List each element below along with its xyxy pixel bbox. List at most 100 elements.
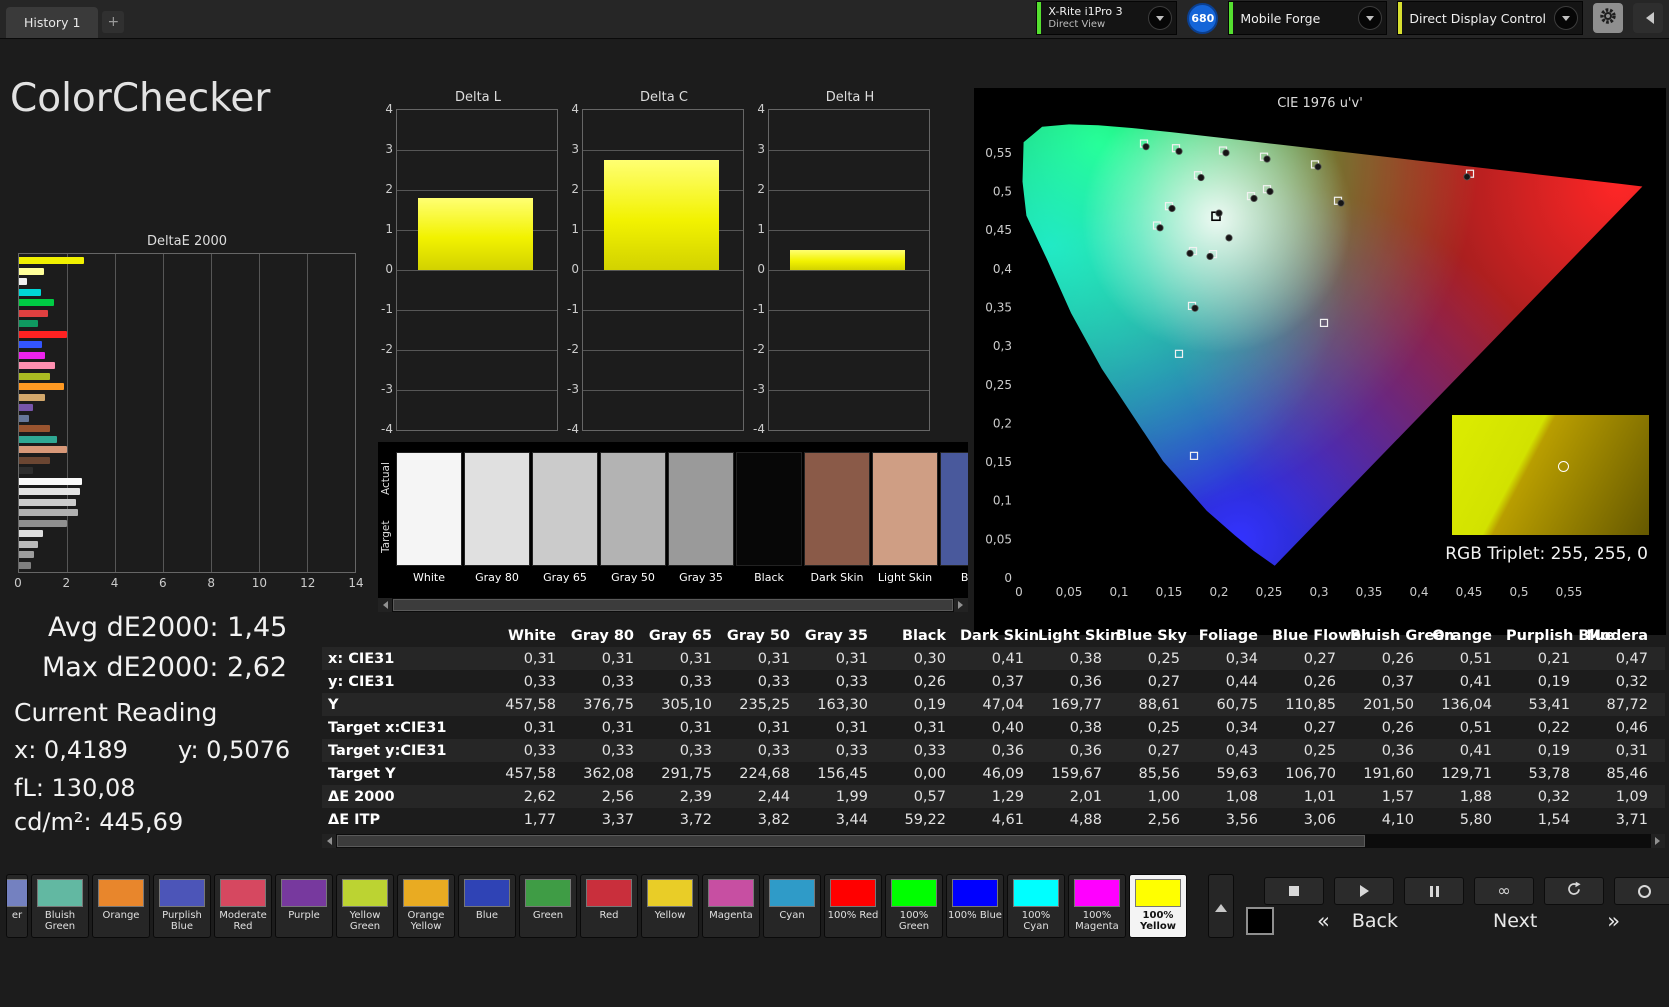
next-button[interactable]: Next	[1493, 910, 1537, 932]
patch-button-green[interactable]: Green	[519, 874, 577, 938]
display-control-dropdown[interactable]: Direct Display Control	[1397, 1, 1583, 35]
new-tab-button[interactable]: +	[102, 11, 124, 33]
scrollbar-track[interactable]	[392, 598, 954, 612]
pattern-window-button[interactable]	[1246, 907, 1274, 935]
y-tick-label: 0	[757, 262, 765, 276]
dropdown-arrow-icon[interactable]	[1554, 6, 1578, 30]
patch-button-magenta[interactable]: Magenta	[702, 874, 760, 938]
scroll-left-button[interactable]	[378, 598, 392, 612]
table-cell: 0,36	[1038, 743, 1116, 759]
collapse-panel-button[interactable]	[1633, 3, 1663, 33]
x-tick-label: 0,25	[1256, 585, 1283, 599]
plot-area	[396, 109, 558, 431]
patch-button-100-yellow[interactable]: 100% Yellow	[1129, 874, 1187, 938]
patch-button-blue[interactable]: Blue	[458, 874, 516, 938]
x-tick-label: 0,2	[1209, 585, 1228, 599]
swatch-label: Gray 80	[464, 571, 530, 584]
y-tick-label: 0,5	[993, 185, 1012, 199]
measure-button[interactable]	[1614, 877, 1669, 905]
patch-swatch	[891, 879, 937, 907]
scrollbar-track[interactable]	[336, 834, 1651, 848]
pattern-toolbar: erBluish GreenOrangePurplish BlueModerat…	[0, 872, 1669, 944]
meter-dropdown[interactable]: X-Rite i1Pro 3 Direct View	[1036, 1, 1177, 35]
table-cell: 0,47	[1584, 651, 1662, 667]
table-row: Target Y457,58362,08291,75224,68156,450,…	[322, 762, 1665, 785]
gridline	[583, 150, 743, 151]
back-button[interactable]: Back	[1352, 910, 1398, 932]
row-label: y: CIE31	[322, 674, 492, 690]
back-chevron-icon[interactable]: «	[1317, 909, 1330, 933]
scroll-right-button[interactable]	[1651, 834, 1665, 848]
display-control-label: Direct Display Control	[1409, 11, 1546, 26]
table-header-row: WhiteGray 80Gray 65Gray 50Gray 35BlackDa…	[322, 624, 1665, 647]
gear-icon	[1598, 6, 1618, 30]
patch-button-100-green[interactable]: 100% Green	[885, 874, 943, 938]
table-cell: 0,31	[804, 651, 882, 667]
column-header: Purplish Blue	[1506, 628, 1584, 644]
patch-swatch	[1135, 879, 1181, 907]
column-header: Gray 50	[726, 628, 804, 644]
table-cell: 0,31	[492, 651, 570, 667]
table-cell: 53,41	[1506, 697, 1584, 713]
table-cell: 0,31	[648, 651, 726, 667]
pause-button[interactable]	[1404, 877, 1464, 905]
table-cell: 0,36	[1038, 674, 1116, 690]
table-cell: 0,36	[1350, 743, 1428, 759]
meter-count-badge: 680	[1187, 3, 1218, 34]
patch-button-100-cyan[interactable]: 100% Cyan	[1007, 874, 1065, 938]
deltae-bar	[19, 509, 78, 516]
patch-button-red[interactable]: Red	[580, 874, 638, 938]
patch-button-orange-yellow[interactable]: Orange Yellow	[397, 874, 455, 938]
scroll-right-icon	[958, 601, 967, 609]
tab-history-1[interactable]: History 1	[6, 7, 98, 38]
settings-button[interactable]	[1593, 3, 1623, 33]
scrollbar-thumb[interactable]	[393, 599, 953, 611]
x-tick-label: 0,55	[1556, 585, 1583, 599]
patch-button-purplish-blue[interactable]: Purplish Blue	[153, 874, 211, 938]
patch-button-cyan[interactable]: Cyan	[763, 874, 821, 938]
patch-button-yellow[interactable]: Yellow	[641, 874, 699, 938]
scrollbar-thumb[interactable]	[337, 835, 1365, 847]
y-tick-label: 0,55	[985, 146, 1012, 160]
patch-button-orange[interactable]: Orange	[92, 874, 150, 938]
patch-button-moderate-red[interactable]: Moderate Red	[214, 874, 272, 938]
scroll-right-button[interactable]	[954, 598, 968, 612]
x-tick-label: 0	[14, 576, 22, 590]
table-cell: 0,57	[882, 789, 960, 805]
row-label: ΔE 2000	[322, 789, 492, 805]
table-cell: 305,10	[648, 697, 726, 713]
stop-button[interactable]	[1264, 877, 1324, 905]
loop-button[interactable]	[1544, 877, 1604, 905]
gridline	[769, 150, 929, 151]
patch-button-yellow-green[interactable]: Yellow Green	[336, 874, 394, 938]
table-cell: 0,33	[492, 743, 570, 759]
swatch-label: Black	[736, 571, 802, 584]
patch-button-purple[interactable]: Purple	[275, 874, 333, 938]
scroll-left-button[interactable]	[322, 834, 336, 848]
patch-button-100-blue[interactable]: 100% Blue	[946, 874, 1004, 938]
swatch-scrollbar[interactable]	[378, 598, 968, 612]
table-cell: 0,27	[1272, 651, 1350, 667]
table-cell: 59,63	[1194, 766, 1272, 782]
patch-button-100-magenta[interactable]: 100% Magenta	[1068, 874, 1126, 938]
next-chevron-icon[interactable]: »	[1607, 909, 1620, 933]
row-label: Target Y	[322, 766, 492, 782]
table-cell: 0,19	[1506, 674, 1584, 690]
table-cell: 191,60	[1350, 766, 1428, 782]
dropdown-arrow-icon[interactable]	[1148, 6, 1172, 30]
patch-button-bluish-green[interactable]: Bluish Green	[31, 874, 89, 938]
y-tick-label: -3	[567, 382, 579, 396]
dropdown-arrow-icon[interactable]	[1358, 6, 1382, 30]
patch-button-100-red[interactable]: 100% Red	[824, 874, 882, 938]
patch-button-er[interactable]: er	[6, 874, 28, 938]
play-button[interactable]	[1334, 877, 1394, 905]
pattern-source-dropdown[interactable]: Mobile Forge	[1228, 1, 1387, 35]
toolbar-expand-button[interactable]	[1208, 874, 1234, 938]
measurement-marker	[1267, 188, 1273, 194]
patch-swatch	[525, 879, 571, 907]
gridline	[397, 390, 557, 391]
continuous-read-button[interactable]: ∞	[1474, 877, 1534, 905]
x-tick-label: 0,4	[1409, 585, 1428, 599]
table-scrollbar[interactable]	[322, 834, 1665, 848]
y-axis-labels: 43210-1-2-3-4	[372, 109, 396, 429]
